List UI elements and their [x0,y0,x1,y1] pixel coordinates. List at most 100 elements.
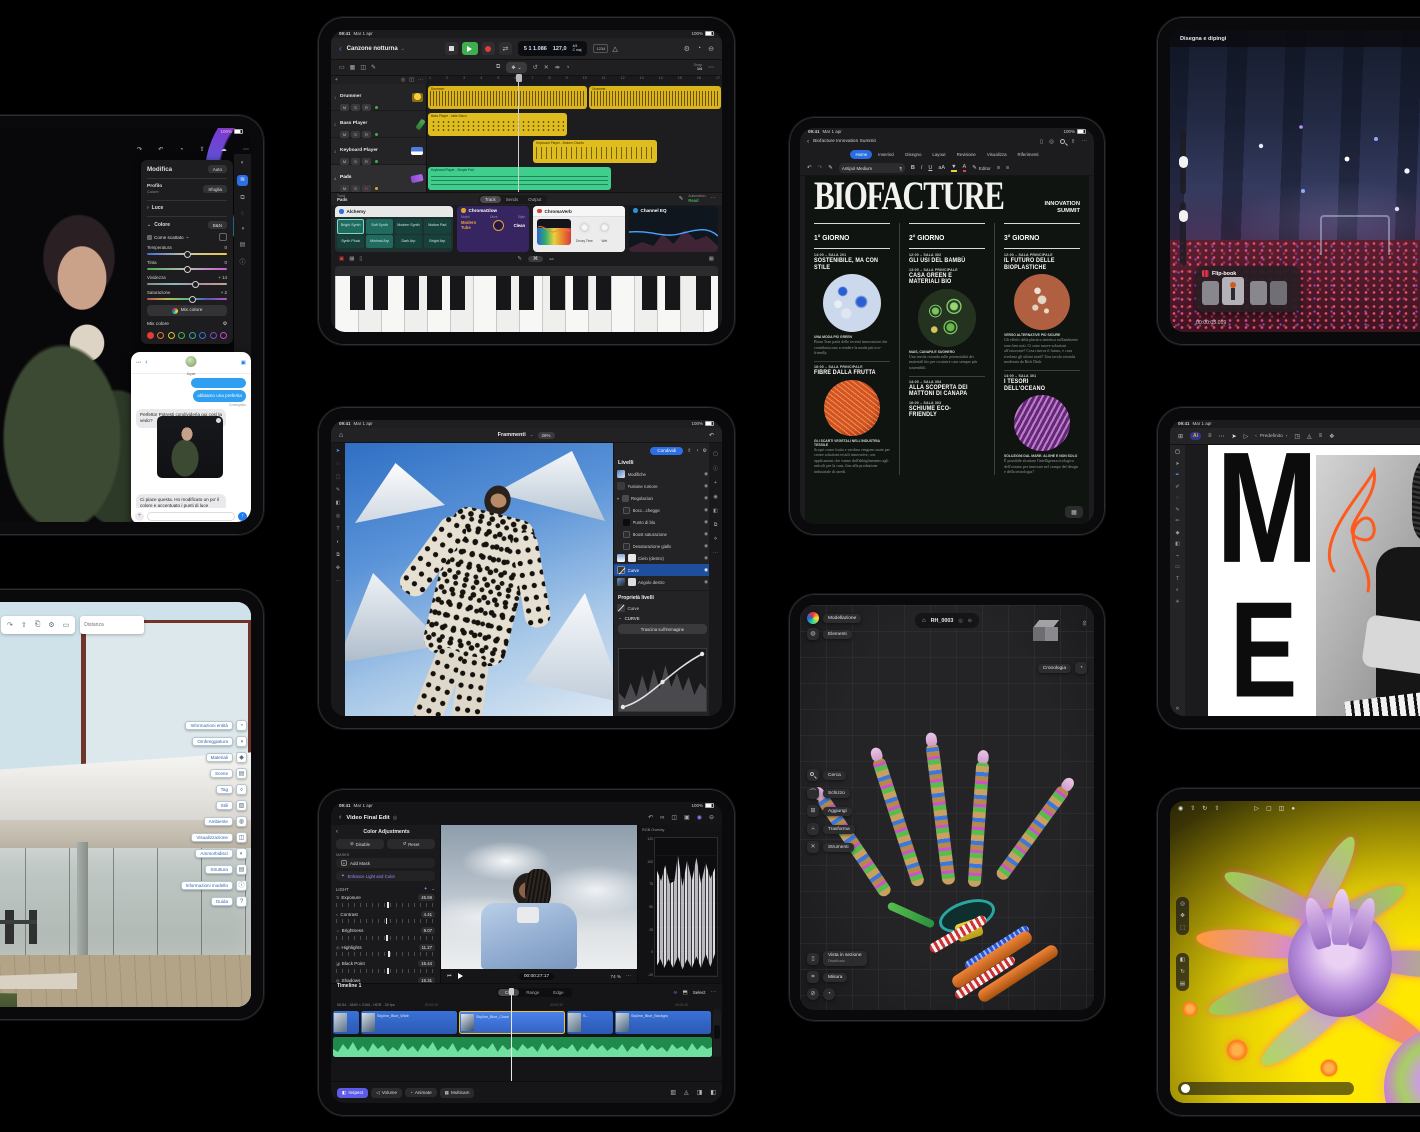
eraser-tool-icon[interactable]: ◧ [336,500,341,506]
layer-row[interactable]: Cielo (destro)◉ [614,552,711,564]
presets-icon[interactable]: ◐ [241,160,245,166]
info-icon[interactable]: ⓘ [239,257,245,266]
inspect-button[interactable]: ◧Inspect [337,1088,368,1098]
panel-button-shading[interactable]: Ombreggiatura [192,737,233,746]
add-icon[interactable]: ⊞ [807,805,819,817]
alchemy-preset[interactable]: Bright Synth [337,219,364,234]
cloud-sync-icon[interactable]: ☁ [221,146,227,153]
mute-button[interactable]: M [340,104,349,111]
snap-value[interactable]: 1/4 [697,67,702,71]
more-tools-icon[interactable]: ⋯ [336,578,341,584]
brush-size-slider[interactable] [1180,130,1186,194]
settings-icon[interactable]: ⚙ [703,448,707,454]
type-tool-icon[interactable]: T [336,526,339,532]
light-section[interactable]: Luce [152,205,164,211]
search-icon[interactable] [1060,139,1065,144]
menu-icon[interactable]: ≡ [1208,433,1212,439]
environment-icon[interactable]: ◍ [236,816,247,827]
redo-icon[interactable]: ↷ [7,621,13,629]
display-icon[interactable]: ▭ [63,621,70,629]
pan-icon[interactable]: ✥ [1180,913,1185,919]
solo-button[interactable]: S [351,158,360,165]
collapse-icon[interactable]: ⊖ [968,618,972,624]
region-drummer[interactable]: Drummer [428,86,587,109]
reload-icon[interactable]: ↻ [1202,805,1207,812]
tab-track[interactable]: Track [480,196,501,203]
more-icon[interactable]: ⋯ [1219,433,1225,440]
media-icon[interactable]: ▣ [684,814,690,821]
visibility-icon[interactable]: ◉ [704,579,708,585]
layer-row[interactable]: Punto di blu◉ [614,516,711,528]
panel-button-display[interactable]: Visualizzazione [191,833,233,842]
brightness-slider[interactable]: ☼Brightness9.07 [336,927,435,940]
exposure-slider[interactable]: ⇅Exposure45.59 [336,894,435,907]
flipbook-frame-current[interactable] [1222,277,1244,305]
curves-graph[interactable] [618,648,707,712]
hand-icon[interactable]: ◧ [1180,957,1185,963]
panel-button-styles[interactable]: Stili [216,801,233,810]
view-editor-icon[interactable]: ◫ [360,64,366,71]
elements-button[interactable]: Elementi [823,630,852,639]
sketch-button[interactable]: Schizzo [823,789,850,798]
layer-row[interactable]: Angolo destro◉ [614,576,711,588]
panel-button-outliner[interactable]: Struttura [205,865,233,874]
region-keys[interactable]: Keyboard Player - Broken Chords [533,140,657,163]
chevron-down-icon[interactable]: ⌄ [431,886,435,892]
visibility-icon[interactable]: ◉ [704,483,708,489]
direct-tool-icon[interactable]: ➤ [1175,461,1179,467]
bullet-list-button[interactable]: ≡ [997,165,1000,171]
cycle-button[interactable]: ⇄ [499,42,512,55]
drive-knob[interactable] [493,220,504,231]
alchemy-preset[interactable]: Minimal Arp [366,235,393,248]
transform-button[interactable]: Trasforma [823,825,855,834]
chevron-down-icon[interactable]: ⌄ [401,46,405,52]
temperature-slider[interactable] [147,253,227,255]
color-icon[interactable]: ◉ [697,814,702,821]
info-icon[interactable]: ⓘ [713,465,718,472]
styles-icon[interactable]: ▧ [236,800,247,811]
highlights-slider[interactable]: ◎Highlights11.27 [336,944,435,957]
timeline-scrollbar[interactable] [713,1009,721,1057]
tab-home[interactable]: Home [850,150,872,159]
clip-icon[interactable]: ⧉ [714,522,718,528]
font-selector[interactable]: Antipol Medium¶ [839,163,905,173]
blob-tool-icon[interactable]: ◆ [1176,530,1180,536]
undo-icon[interactable]: ↶ [158,146,163,153]
help-icon[interactable]: ? [236,896,247,907]
flipbook-frame[interactable] [1250,281,1267,305]
view-cube[interactable] [1033,620,1059,644]
sketch-icon[interactable]: ⌒ [807,787,819,799]
history-icon[interactable]: ◔ [697,45,701,52]
panel-button-entity-info[interactable]: Informazioni entità [185,721,233,730]
back-icon[interactable]: ‹ [339,44,342,53]
add-layer-icon[interactable]: + [714,480,717,486]
alchemy-preset[interactable]: Soft Synth [366,219,393,234]
numbered-list-button[interactable]: ≡ [1006,165,1009,171]
view-pencil-icon[interactable]: ✎ [371,64,376,71]
blackpoint-slider[interactable]: ◪Black Point15.44 [336,960,435,973]
visibility-icon[interactable]: ◉ [704,471,708,477]
ruler[interactable]: 1234567891011121314151617 [427,76,722,84]
back-icon[interactable]: ‹ [336,829,338,835]
color-mode-icon[interactable] [807,612,819,624]
multicam-button[interactable]: ▦Multicam [440,1088,475,1098]
eraser-tool-icon[interactable]: ◧ [1175,541,1180,547]
artboard[interactable]: M USICA E LETTRONICA [1208,445,1420,716]
layer-group-row[interactable]: ▾Regolazioni◉ [614,492,711,504]
gradient-tool-icon[interactable]: ◐ [336,539,339,545]
orient-icon[interactable]: ◔ [823,988,835,1000]
elements-icon[interactable]: ◍ [807,628,819,640]
italic-button[interactable]: I [921,165,923,171]
brush-opacity-slider[interactable] [1180,202,1186,266]
layer-row-selected[interactable]: Curve◉ [614,564,711,576]
clip[interactable]: Skyline_Blue_Wide [361,1011,457,1034]
region-pads[interactable]: Keyboard Player - Simple Pad [428,167,611,190]
mute-button[interactable]: M [340,185,349,192]
plugin-power-icon[interactable] [339,209,344,214]
direct-select-icon[interactable]: ▷ [1244,433,1249,440]
solo-button[interactable]: S [351,185,360,192]
plugin-chromaverb[interactable]: ChromaVerb Decay Time Wet [533,206,625,252]
document-title[interactable]: Frammenti [498,432,526,438]
export-icon[interactable]: ⇧ [1214,805,1219,812]
search-icon[interactable] [807,769,819,781]
